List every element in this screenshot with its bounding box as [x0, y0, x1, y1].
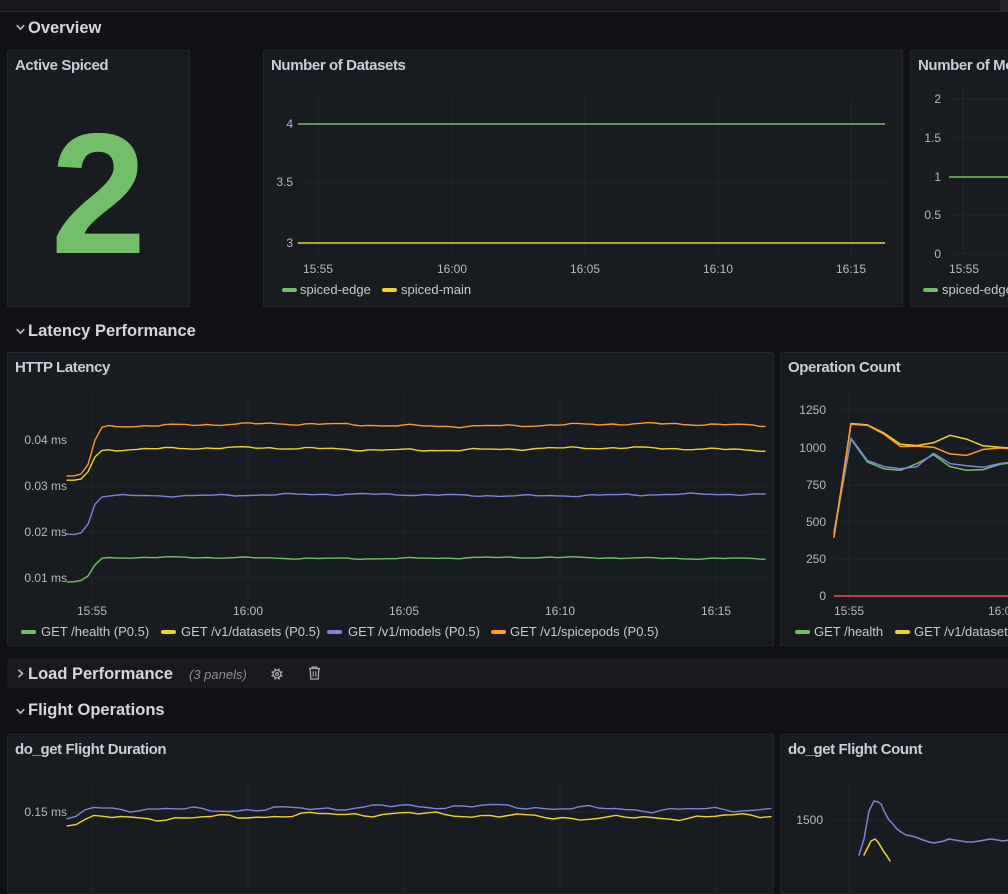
svg-text:750: 750	[806, 478, 826, 492]
svg-text:spiced-edge: spiced-edge	[300, 282, 371, 297]
svg-text:16:15: 16:15	[836, 262, 866, 276]
svg-text:250: 250	[806, 552, 826, 566]
svg-text:GET /health: GET /health	[814, 624, 883, 639]
svg-text:0.15 ms: 0.15 ms	[24, 805, 67, 819]
svg-text:4: 4	[286, 117, 293, 131]
svg-text:16:05: 16:05	[389, 604, 419, 618]
svg-text:0.01 ms: 0.01 ms	[24, 571, 67, 585]
svg-text:1: 1	[934, 170, 941, 184]
svg-text:2: 2	[934, 92, 941, 106]
svg-text:GET /v1/datasets: GET /v1/datasets	[914, 624, 1008, 639]
svg-text:15:55: 15:55	[834, 604, 864, 618]
svg-text:1000: 1000	[799, 441, 826, 455]
svg-text:15:55: 15:55	[949, 262, 979, 276]
svg-text:16:05: 16:05	[570, 262, 600, 276]
svg-text:16:10: 16:10	[703, 262, 733, 276]
svg-text:0.04 ms: 0.04 ms	[24, 433, 67, 447]
svg-text:0.5: 0.5	[924, 208, 941, 222]
svg-text:spiced-edge: spiced-edge	[942, 282, 1008, 297]
svg-text:15:55: 15:55	[77, 604, 107, 618]
svg-text:16:15: 16:15	[701, 604, 731, 618]
svg-text:3: 3	[286, 236, 293, 250]
svg-text:0.02 ms: 0.02 ms	[24, 525, 67, 539]
svg-text:1500: 1500	[796, 813, 823, 827]
svg-text:500: 500	[806, 515, 826, 529]
svg-text:16:00: 16:00	[988, 604, 1008, 618]
svg-text:16:00: 16:00	[233, 604, 263, 618]
svg-text:3.5: 3.5	[276, 175, 293, 189]
svg-text:16:00: 16:00	[437, 262, 467, 276]
svg-text:0.03 ms: 0.03 ms	[24, 479, 67, 493]
svg-text:GET /v1/datasets (P0.5): GET /v1/datasets (P0.5)	[181, 624, 320, 639]
svg-text:15:55: 15:55	[303, 262, 333, 276]
svg-text:1250: 1250	[799, 403, 826, 417]
svg-text:16:10: 16:10	[545, 604, 575, 618]
svg-text:0: 0	[934, 247, 941, 261]
svg-text:GET /v1/spicepods (P0.5): GET /v1/spicepods (P0.5)	[510, 624, 659, 639]
svg-text:1.5: 1.5	[924, 131, 941, 145]
svg-text:0: 0	[819, 589, 826, 603]
svg-text:GET /v1/models (P0.5): GET /v1/models (P0.5)	[348, 624, 480, 639]
svg-text:spiced-main: spiced-main	[401, 282, 471, 297]
svg-text:GET /health (P0.5): GET /health (P0.5)	[41, 624, 149, 639]
